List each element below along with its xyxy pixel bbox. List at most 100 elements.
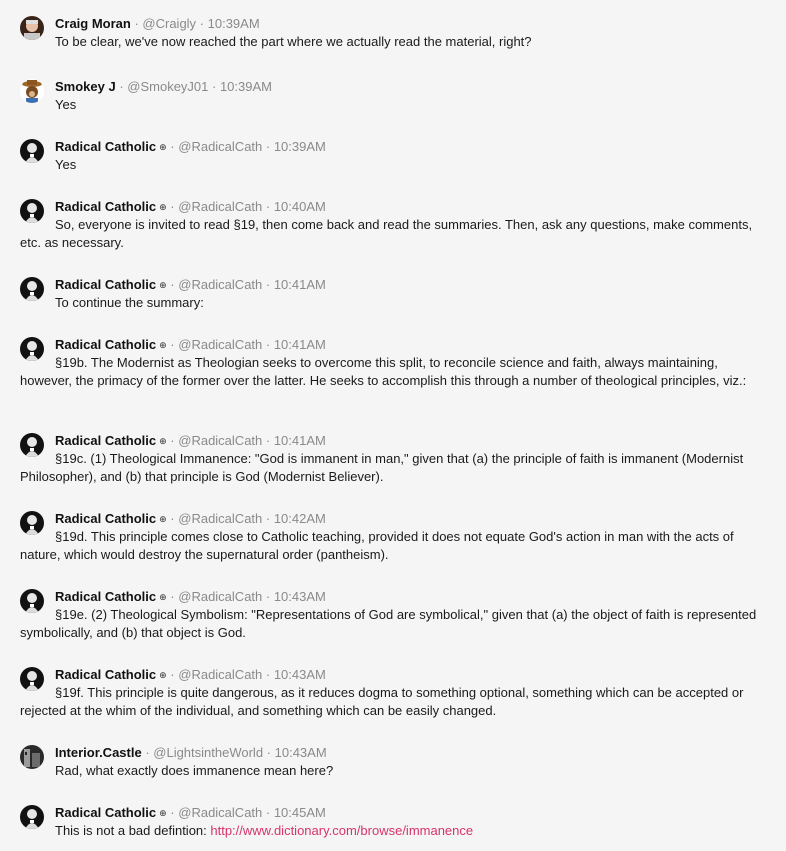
verified-badge-icon: ⊕ [159,436,167,446]
castle-avatar[interactable] [20,745,44,769]
verified-badge-icon: ⊕ [159,592,167,602]
priest-avatar[interactable] [20,667,44,691]
separator: · [166,589,179,604]
message: Radical Catholic ⊕ · @RadicalCath · 10:41… [20,336,772,390]
separator: · [130,16,143,31]
priest-avatar[interactable] [20,589,44,613]
separator: · [262,277,274,292]
message-text: To be clear, we've now reached the part … [55,34,532,49]
message-text: §19b. The Modernist as Theologian seeks … [20,355,747,388]
verified-badge-icon: ⊕ [159,670,167,680]
separator: · [166,511,179,526]
author-handle[interactable]: @RadicalCath [178,589,262,604]
separator: · [262,139,274,154]
timestamp: 10:45AM [273,805,326,820]
author-handle[interactable]: @RadicalCath [178,277,262,292]
message: Radical Catholic ⊕ · @RadicalCath · 10:41… [20,432,772,486]
timestamp: 10:43AM [274,745,327,760]
dictionary-link[interactable]: http://www.dictionary.com/browse/immanen… [210,823,473,838]
separator: · [166,805,179,820]
separator: · [262,433,274,448]
verified-badge-icon: ⊕ [159,340,167,350]
message-text: To continue the summary: [55,295,204,310]
separator: · [196,16,208,31]
timestamp: 10:40AM [273,199,326,214]
verified-badge-icon: ⊕ [159,202,167,212]
author-name[interactable]: Interior.Castle [55,745,142,760]
separator: · [208,79,220,94]
priest-avatar[interactable] [20,337,44,361]
message-text: Rad, what exactly does immanence mean he… [55,763,334,778]
message: Craig Moran · @Craigly · 10:39AM To be c… [20,15,772,51]
timestamp: 10:41AM [273,277,326,292]
separator: · [166,667,179,682]
message-text: §19e. (2) Theological Symbolism: "Repres… [20,607,757,640]
author-name[interactable]: Radical Catholic [55,805,156,820]
author-name[interactable]: Radical Catholic [55,277,156,292]
priest-avatar[interactable] [20,277,44,301]
message: Radical Catholic ⊕ · @RadicalCath · 10:43… [20,666,772,720]
smokey-bear-avatar[interactable] [20,79,44,103]
author-handle[interactable]: @SmokeyJ01 [127,79,208,94]
separator: · [262,805,274,820]
message: Radical Catholic ⊕ · @RadicalCath · 10:39… [20,138,772,174]
priest-avatar[interactable] [20,433,44,457]
author-name[interactable]: Radical Catholic [55,667,156,682]
separator: · [166,277,179,292]
timestamp: 10:43AM [273,667,326,682]
verified-badge-icon: ⊕ [159,514,167,524]
craig-avatar[interactable] [20,16,44,40]
timestamp: 10:41AM [273,433,326,448]
author-name[interactable]: Radical Catholic [55,433,156,448]
author-handle[interactable]: @Craigly [142,16,196,31]
priest-avatar[interactable] [20,511,44,535]
author-handle[interactable]: @RadicalCath [178,337,262,352]
priest-avatar[interactable] [20,139,44,163]
author-name[interactable]: Smokey J [55,79,116,94]
message-text: §19c. (1) Theological Immanence: "God is… [20,451,744,484]
message: Radical Catholic ⊕ · @RadicalCath · 10:43… [20,588,772,642]
message-text: This is not a bad defintion: http://www.… [20,822,772,840]
verified-badge-icon: ⊕ [159,808,167,818]
author-name[interactable]: Craig Moran [55,16,131,31]
priest-avatar[interactable] [20,199,44,223]
author-handle[interactable]: @RadicalCath [178,667,262,682]
message-text-content: This is not a bad defintion: [55,823,211,838]
message-text: §19d. This principle comes close to Cath… [20,529,734,562]
message-text: §19f. This principle is quite dangerous,… [20,685,744,718]
author-name[interactable]: Radical Catholic [55,199,156,214]
message-text: Yes [55,157,77,172]
timestamp: 10:43AM [273,589,326,604]
separator: · [115,79,128,94]
timestamp: 10:41AM [273,337,326,352]
separator: · [262,667,274,682]
author-name[interactable]: Radical Catholic [55,511,156,526]
separator: · [141,745,154,760]
author-handle[interactable]: @RadicalCath [178,139,262,154]
verified-badge-icon: ⊕ [159,142,167,152]
author-name[interactable]: Radical Catholic [55,139,156,154]
author-handle[interactable]: @RadicalCath [178,433,262,448]
separator: · [166,199,179,214]
separator: · [262,511,274,526]
separator: · [263,745,275,760]
timestamp: 10:39AM [219,79,272,94]
author-handle[interactable]: @RadicalCath [178,511,262,526]
message: Interior.Castle · @LightsintheWorld · 10… [20,744,772,780]
message: Radical Catholic ⊕ · @RadicalCath · 10:42… [20,510,772,564]
separator: · [166,139,179,154]
author-handle[interactable]: @RadicalCath [178,805,262,820]
message: Radical Catholic ⊕ · @RadicalCath · 10:40… [20,198,772,252]
author-name[interactable]: Radical Catholic [55,589,156,604]
message: Radical Catholic ⊕ · @RadicalCath · 10:41… [20,276,772,312]
separator: · [166,433,179,448]
message-feed: Craig Moran · @Craigly · 10:39AM To be c… [0,0,786,851]
message: Smokey J · @SmokeyJ01 · 10:39AM Yes [20,78,772,114]
timestamp: 10:42AM [273,511,326,526]
author-handle[interactable]: @LightsintheWorld [153,745,263,760]
author-name[interactable]: Radical Catholic [55,337,156,352]
author-handle[interactable]: @RadicalCath [178,199,262,214]
message-text: Yes [55,97,77,112]
priest-avatar[interactable] [20,805,44,829]
timestamp: 10:39AM [207,16,260,31]
